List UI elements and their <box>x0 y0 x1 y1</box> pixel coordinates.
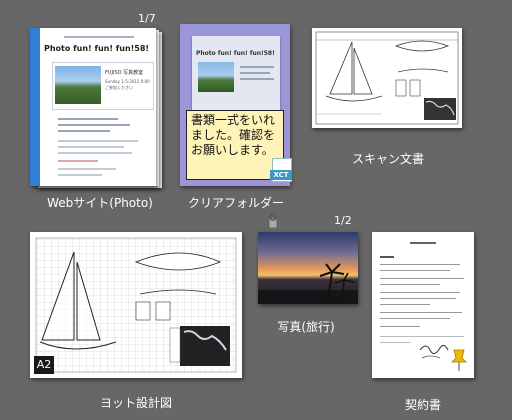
yacht-drawing <box>315 31 459 125</box>
paper-size-badge: A2 <box>34 356 54 374</box>
item-label: ヨット設計図 <box>99 396 172 410</box>
item-scanned-document[interactable]: スキャン文書 <box>308 28 468 178</box>
text-line <box>58 130 110 132</box>
text-line <box>58 174 102 176</box>
item-clear-folder[interactable]: Photo fun! fun! fun!58! 書類一式をいれました。確認をお願… <box>176 24 296 214</box>
scanned-drawing-thumbnail <box>312 28 462 128</box>
item-label: 契約書 <box>404 398 441 412</box>
text-line <box>58 168 116 170</box>
item-label: スキャン文書 <box>351 152 424 166</box>
site-card-text: Sunday 1-5-2012 0:00 ご参加ください <box>105 79 150 90</box>
sticky-note-text: 書類一式をいれました。確認をお願いします。 <box>191 113 276 157</box>
doc-title: Photo fun! fun! fun!58! <box>196 50 275 57</box>
text-line <box>58 152 132 154</box>
pin-icon <box>450 348 468 372</box>
blueprint-thumbnail: A2 <box>30 232 242 378</box>
blue-spine <box>30 28 40 186</box>
page-counter: 1/7 <box>138 12 156 25</box>
site-card: FUJISO 写真教室 Sunday 1-5-2012 0:00 ご参加ください <box>52 62 154 110</box>
item-website-photo[interactable]: 1/7 Photo fun! fun! fun!58! FUJISO 写真教室 … <box>30 12 170 212</box>
text-line <box>240 78 274 80</box>
item-contract[interactable]: 契約書 <box>370 232 476 412</box>
item-travel-photos[interactable]: 1/2 写真(旅行) <box>252 210 360 340</box>
item-label: クリアフォルダー <box>187 196 284 210</box>
xct-file-icon: XCT <box>270 158 292 182</box>
text-line <box>58 140 138 142</box>
site-header-line <box>64 36 134 38</box>
text-line <box>240 66 274 68</box>
website-thumbnail: Photo fun! fun! fun!58! FUJISO 写真教室 Sund… <box>30 28 156 186</box>
item-label: Webサイト(Photo) <box>47 196 153 210</box>
doc-photo <box>198 62 234 92</box>
item-label: 写真(旅行) <box>277 320 335 334</box>
text-line <box>240 72 270 74</box>
text-line <box>58 160 98 162</box>
site-card-title: FUJISO 写真教室 <box>105 70 144 76</box>
site-title: Photo fun! fun! fun!58! <box>44 44 150 53</box>
text-line <box>58 146 124 148</box>
landscape-photo <box>55 66 101 104</box>
page-counter: 1/2 <box>334 214 352 227</box>
clip-icon <box>267 212 279 229</box>
clear-folder: Photo fun! fun! fun!58! 書類一式をいれました。確認をお願… <box>180 24 292 186</box>
text-line <box>58 118 118 120</box>
blueprint-drawing <box>35 237 237 373</box>
text-line <box>58 124 130 126</box>
sunset-photo <box>258 232 358 304</box>
item-yacht-blueprint[interactable]: A2 ヨット設計図 <box>30 232 242 412</box>
palm-silhouettes <box>258 263 358 304</box>
xct-badge: XCT <box>270 170 292 180</box>
